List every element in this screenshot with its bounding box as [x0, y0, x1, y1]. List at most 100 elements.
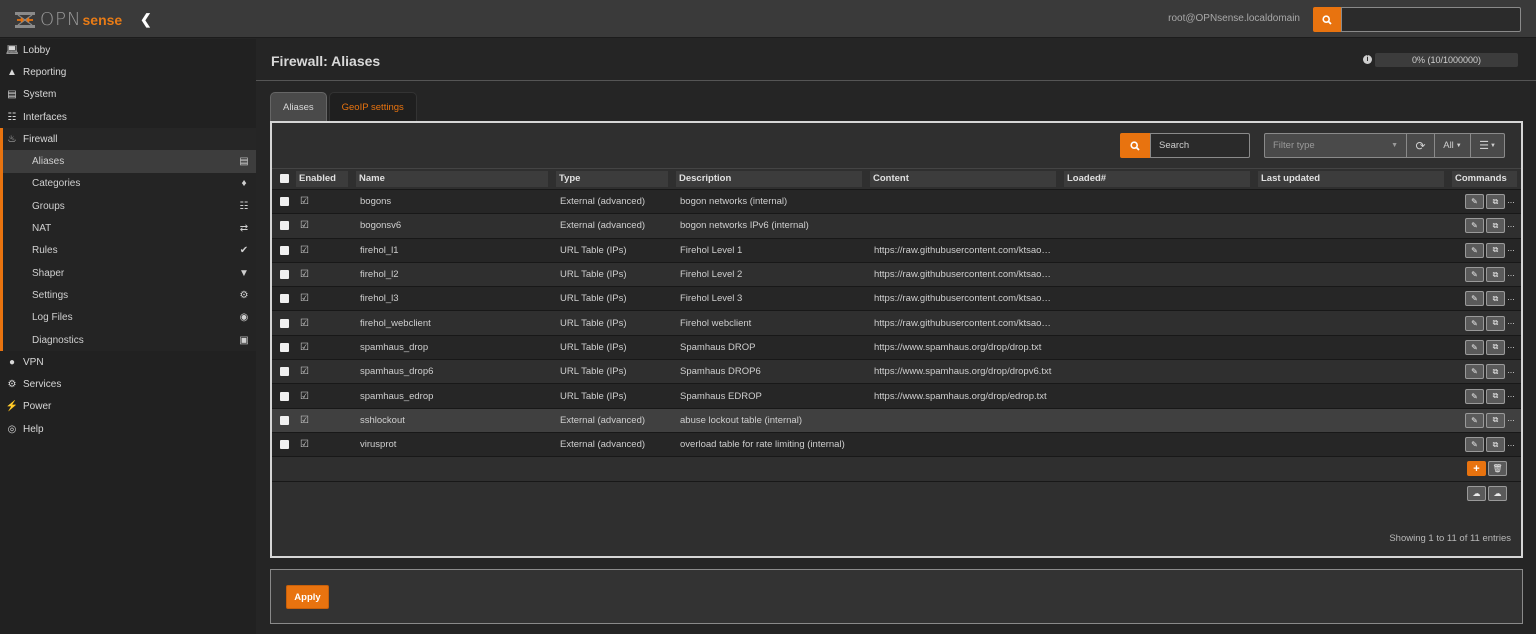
sidebar-item-reporting[interactable]: ▲ Reporting	[0, 61, 256, 83]
sidebar-subitem-categories[interactable]: Categories ♦	[3, 172, 256, 196]
enabled-check-icon[interactable]: ☑	[300, 415, 309, 426]
sidebar-item-services[interactable]: ⚙ Services	[0, 373, 256, 395]
enabled-check-icon[interactable]: ☑	[300, 366, 309, 377]
sidebar-item-vpn[interactable]: ● VPN	[0, 351, 256, 373]
column-header-enabled[interactable]: Enabled	[292, 169, 352, 189]
refresh-button[interactable]: ⟳	[1407, 134, 1435, 157]
more-icon[interactable]: ···	[1507, 245, 1517, 255]
table-row[interactable]: ☑ firehol_l2 URL Table (IPs) Firehol Level …	[272, 261, 1521, 287]
user-label[interactable]: root@OPNsense.localdomain	[1168, 13, 1300, 24]
sidebar-subitem-aliases[interactable]: Aliases ▤	[3, 150, 256, 173]
sidebar-item-interfaces[interactable]: ☷ Interfaces	[0, 106, 256, 128]
more-icon[interactable]: ···	[1507, 440, 1517, 450]
more-icon[interactable]: ···	[1507, 415, 1517, 425]
table-row[interactable]: ☑ sshlockout External (advanced) abuse lock…	[272, 407, 1521, 432]
sidebar-subitem-shaper[interactable]: Shaper ▼	[3, 261, 256, 285]
table-row[interactable]: ☑ spamhaus_edrop URL Table (IPs) Spamhaus E…	[272, 383, 1521, 408]
grid-search-input[interactable]: Search	[1150, 133, 1250, 158]
columns-button[interactable]: ☰ ▼	[1471, 134, 1504, 157]
enabled-check-icon[interactable]: ☑	[300, 220, 309, 231]
enabled-check-icon[interactable]: ☑	[300, 391, 309, 402]
row-select-checkbox[interactable]	[280, 440, 289, 450]
enabled-check-icon[interactable]: ☑	[300, 342, 309, 353]
more-icon[interactable]: ···	[1507, 367, 1517, 377]
sidebar-item-firewall[interactable]: ♨ Firewall	[3, 128, 256, 151]
clone-button[interactable]: ⧉	[1486, 364, 1505, 380]
edit-button[interactable]: ✎	[1465, 267, 1484, 283]
table-row[interactable]: ☑ spamhaus_drop6 URL Table (IPs) Spamhaus D…	[272, 359, 1521, 384]
table-row[interactable]: ☑ firehol_webclient URL Table (IPs) Firehol…	[272, 310, 1521, 335]
top-search-input[interactable]	[1341, 7, 1521, 32]
opnsense-logo[interactable]: OPN sense	[14, 9, 122, 30]
filter-type-select[interactable]: Filter type ▼	[1265, 134, 1407, 157]
row-select-checkbox[interactable]	[280, 415, 289, 425]
edit-button[interactable]: ✎	[1465, 437, 1484, 453]
select-all-checkbox[interactable]	[280, 174, 289, 184]
sidebar-subitem-nat[interactable]: NAT ⇄	[3, 217, 256, 240]
sidebar-subitem-groups[interactable]: Groups ☷	[3, 195, 256, 218]
more-icon[interactable]: ···	[1507, 342, 1517, 352]
more-icon[interactable]: ···	[1507, 294, 1517, 304]
clone-button[interactable]: ⧉	[1486, 437, 1505, 453]
edit-button[interactable]: ✎	[1465, 412, 1484, 428]
row-select-checkbox[interactable]	[280, 391, 289, 401]
edit-button[interactable]: ✎	[1465, 339, 1484, 355]
clone-button[interactable]: ⧉	[1486, 242, 1505, 258]
clone-button[interactable]: ⧉	[1486, 339, 1505, 355]
clone-button[interactable]: ⧉	[1486, 218, 1505, 234]
edit-button[interactable]: ✎	[1465, 315, 1484, 331]
sidebar-item-power[interactable]: ⚡ Power	[0, 396, 256, 418]
table-row[interactable]: ☑ spamhaus_drop URL Table (IPs) Spamhaus DR…	[272, 334, 1521, 360]
enabled-check-icon[interactable]: ☑	[300, 318, 309, 329]
more-icon[interactable]: ···	[1507, 391, 1517, 401]
column-header-last-updated[interactable]: Last updated	[1254, 169, 1448, 189]
chevron-left-icon[interactable]: ❮	[140, 11, 152, 28]
clone-button[interactable]: ⧉	[1486, 267, 1505, 283]
table-row[interactable]: ☑ firehol_l1 URL Table (IPs) Firehol Level …	[272, 237, 1521, 262]
edit-button[interactable]: ✎	[1465, 242, 1484, 258]
upload-button[interactable]: ☁	[1488, 485, 1507, 501]
column-header-loaded[interactable]: Loaded#	[1060, 169, 1254, 189]
enabled-check-icon[interactable]: ☑	[300, 293, 309, 304]
enabled-check-icon[interactable]: ☑	[300, 196, 309, 207]
column-header-name[interactable]: Name	[352, 169, 552, 189]
row-select-checkbox[interactable]	[280, 342, 289, 352]
more-icon[interactable]: ···	[1507, 270, 1517, 280]
sidebar-subitem-log-files[interactable]: Log Files ◉	[3, 306, 256, 329]
clone-button[interactable]: ⧉	[1486, 315, 1505, 331]
add-button[interactable]: +	[1467, 461, 1486, 477]
tab-aliases[interactable]: Aliases	[270, 92, 327, 122]
column-header-content[interactable]: Content	[866, 169, 1060, 189]
column-header-description[interactable]: Description	[672, 169, 866, 189]
enabled-check-icon[interactable]: ☑	[300, 269, 309, 280]
more-icon[interactable]: ···	[1507, 197, 1517, 207]
row-select-checkbox[interactable]	[280, 318, 289, 328]
sidebar-subitem-rules[interactable]: Rules ✔	[3, 239, 256, 262]
clone-button[interactable]: ⧉	[1486, 388, 1505, 404]
enabled-check-icon[interactable]: ☑	[300, 439, 309, 450]
edit-button[interactable]: ✎	[1465, 291, 1484, 307]
apply-button[interactable]: Apply	[286, 585, 329, 609]
sidebar-subitem-settings[interactable]: Settings ⚙	[3, 284, 256, 307]
sidebar-subitem-diagnostics[interactable]: Diagnostics ▣	[3, 328, 256, 352]
row-select-checkbox[interactable]	[280, 270, 289, 280]
tab-geoip-settings[interactable]: GeoIP settings	[328, 92, 417, 122]
edit-button[interactable]: ✎	[1465, 364, 1484, 380]
clone-button[interactable]: ⧉	[1486, 412, 1505, 428]
row-select-checkbox[interactable]	[280, 367, 289, 377]
download-button[interactable]: ☁	[1467, 485, 1486, 501]
delete-selected-button[interactable]: 🗑︎	[1488, 461, 1507, 477]
more-icon[interactable]: ···	[1507, 221, 1517, 231]
sidebar-item-lobby[interactable]: 💻︎ Lobby	[0, 39, 256, 61]
enabled-check-icon[interactable]: ☑	[300, 245, 309, 256]
row-select-checkbox[interactable]	[280, 221, 289, 231]
edit-button[interactable]: ✎	[1465, 194, 1484, 210]
table-row[interactable]: ☑ bogonsv6 External (advanced) bogon networ…	[272, 213, 1521, 238]
clone-button[interactable]: ⧉	[1486, 291, 1505, 307]
table-row[interactable]: ☑ bogons External (advanced) bogon networks…	[272, 189, 1521, 214]
row-select-checkbox[interactable]	[280, 245, 289, 255]
column-header-type[interactable]: Type	[552, 169, 672, 189]
more-icon[interactable]: ···	[1507, 318, 1517, 328]
top-search-button[interactable]	[1313, 7, 1341, 32]
sidebar-item-system[interactable]: ▤ System	[0, 84, 256, 106]
